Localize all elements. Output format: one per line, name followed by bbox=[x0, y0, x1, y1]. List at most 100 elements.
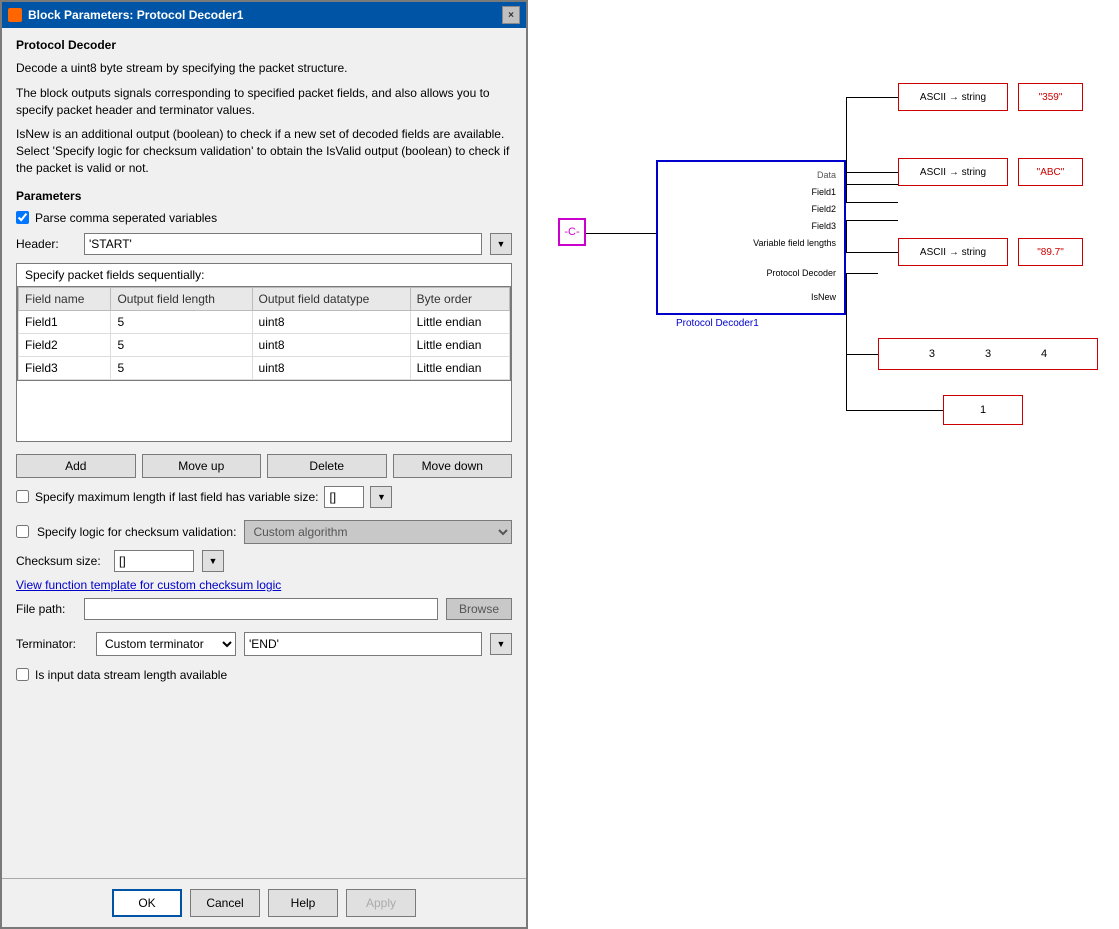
filepath-label: File path: bbox=[16, 602, 76, 616]
help-button[interactable]: Help bbox=[268, 889, 338, 917]
max-length-options-button[interactable]: ▼ bbox=[370, 486, 392, 508]
panel-content: Protocol Decoder Decode a uint8 byte str… bbox=[2, 28, 526, 878]
output-val-1: "359" bbox=[1039, 92, 1063, 103]
terminator-value-input[interactable] bbox=[244, 632, 482, 656]
view-link[interactable]: View function template for custom checks… bbox=[16, 578, 281, 592]
field3-port-label: Field3 bbox=[811, 221, 836, 231]
cell-field3-name: Field3 bbox=[19, 356, 111, 379]
isnew-block[interactable]: 1 bbox=[943, 395, 1023, 425]
move-down-button[interactable]: Move down bbox=[393, 454, 513, 478]
output-box-1[interactable]: "359" bbox=[1018, 83, 1083, 111]
checksum-size-input[interactable] bbox=[114, 550, 194, 572]
terminator-options-button[interactable]: ▼ bbox=[490, 633, 512, 655]
packet-fields-section: Specify packet fields sequentially: Fiel… bbox=[16, 263, 512, 442]
add-button[interactable]: Add bbox=[16, 454, 136, 478]
vf-val2: 3 bbox=[985, 348, 991, 360]
description3: IsNew is an additional output (boolean) … bbox=[16, 126, 512, 176]
output-box-3[interactable]: "89.7" bbox=[1018, 238, 1083, 266]
browse-button[interactable]: Browse bbox=[446, 598, 512, 620]
cell-field2-name: Field2 bbox=[19, 333, 111, 356]
parse-csv-checkbox[interactable] bbox=[16, 211, 29, 224]
output-box-2[interactable]: "ABC" bbox=[1018, 158, 1083, 186]
close-button[interactable]: × bbox=[502, 6, 520, 24]
dialog-panel: Block Parameters: Protocol Decoder1 × Pr… bbox=[0, 0, 528, 929]
is-input-label: Is input data stream length available bbox=[35, 668, 227, 682]
cell-field1-name: Field1 bbox=[19, 310, 111, 333]
ascii-block-2[interactable]: ASCII → string bbox=[898, 158, 1008, 186]
cancel-button[interactable]: Cancel bbox=[190, 889, 260, 917]
decoder-label: Protocol Decoder1 bbox=[676, 318, 759, 329]
table-row[interactable]: Field2 5 uint8 Little endian bbox=[19, 333, 510, 356]
line-field3-v bbox=[846, 220, 847, 252]
is-input-row: Is input data stream length available bbox=[16, 668, 512, 682]
max-length-input[interactable] bbox=[324, 486, 364, 508]
var-fields-block[interactable]: 3 3 4 bbox=[878, 338, 1098, 370]
section-title: Protocol Decoder bbox=[16, 38, 512, 52]
line-field2 bbox=[846, 202, 898, 203]
header-options-button[interactable]: ▼ bbox=[490, 233, 512, 255]
filepath-input[interactable] bbox=[84, 598, 438, 620]
max-length-checkbox[interactable] bbox=[16, 490, 29, 503]
move-up-button[interactable]: Move up bbox=[142, 454, 262, 478]
line-field1-h2 bbox=[846, 97, 898, 98]
col-field-name: Field name bbox=[19, 287, 111, 310]
output-val-3: "89.7" bbox=[1037, 247, 1064, 258]
header-label: Header: bbox=[16, 237, 76, 251]
header-row: Header: ▼ bbox=[16, 233, 512, 255]
line-field1 bbox=[846, 184, 898, 185]
header-input[interactable] bbox=[84, 233, 482, 255]
cell-field3-order: Little endian bbox=[410, 356, 509, 379]
parse-csv-row: Parse comma seperated variables bbox=[16, 211, 512, 225]
view-link-row: View function template for custom checks… bbox=[16, 578, 512, 592]
params-label: Parameters bbox=[16, 189, 512, 203]
line-var-h2 bbox=[846, 354, 878, 355]
action-buttons-row: Add Move up Delete Move down bbox=[16, 454, 512, 478]
terminator-section: Terminator: Custom terminator CR LF CR/L… bbox=[16, 632, 512, 656]
checksum-algo-row: Specify logic for checksum validation: C… bbox=[16, 520, 512, 544]
ascii-block-1[interactable]: ASCII → string bbox=[898, 83, 1008, 111]
field1-port-label: Field1 bbox=[811, 187, 836, 197]
terminator-type-select[interactable]: Custom terminator CR LF CR/LF None bbox=[96, 632, 236, 656]
table-row[interactable]: Field1 5 uint8 Little endian bbox=[19, 310, 510, 333]
cell-field1-length: 5 bbox=[111, 310, 252, 333]
line-field1-v bbox=[846, 97, 847, 184]
title-bar: Block Parameters: Protocol Decoder1 × bbox=[2, 2, 526, 28]
connector-c-block[interactable]: -C- bbox=[558, 218, 586, 246]
checksum-size-options-button[interactable]: ▼ bbox=[202, 550, 224, 572]
filepath-row: File path: Browse bbox=[16, 598, 512, 620]
table-section-title: Specify packet fields sequentially: bbox=[17, 264, 511, 286]
checksum-label: Specify logic for checksum validation: bbox=[37, 525, 236, 539]
dialog-buttons: OK Cancel Help Apply bbox=[2, 878, 526, 927]
isnew-port-label: IsNew bbox=[811, 292, 836, 302]
fields-table-wrapper: Field name Output field length Output fi… bbox=[17, 286, 511, 381]
checksum-checkbox[interactable] bbox=[16, 525, 29, 538]
description2: The block outputs signals corresponding … bbox=[16, 85, 512, 119]
vf-val3: 4 bbox=[1041, 348, 1047, 360]
terminator-label: Terminator: bbox=[16, 637, 88, 651]
ok-button[interactable]: OK bbox=[112, 889, 182, 917]
delete-button[interactable]: Delete bbox=[267, 454, 387, 478]
cell-field3-length: 5 bbox=[111, 356, 252, 379]
cell-field2-order: Little endian bbox=[410, 333, 509, 356]
var-field-label: Variable field lengths bbox=[753, 238, 836, 249]
c-block-label: -C- bbox=[564, 226, 579, 238]
is-input-checkbox[interactable] bbox=[16, 668, 29, 681]
col-output-datatype: Output field datatype bbox=[252, 287, 410, 310]
title-bar-text: Block Parameters: Protocol Decoder1 bbox=[28, 8, 496, 22]
ascii-block-3[interactable]: ASCII → string bbox=[898, 238, 1008, 266]
algorithm-select[interactable]: Custom algorithm bbox=[244, 520, 512, 544]
cell-field1-order: Little endian bbox=[410, 310, 509, 333]
vf-val1: 3 bbox=[929, 348, 935, 360]
isnew-val: 1 bbox=[980, 404, 986, 416]
checksum-size-row: Checksum size: ▼ bbox=[16, 550, 512, 572]
title-bar-icon bbox=[8, 8, 22, 22]
description1: Decode a uint8 byte stream by specifying… bbox=[16, 60, 512, 77]
table-row[interactable]: Field3 5 uint8 Little endian bbox=[19, 356, 510, 379]
field2-port-label: Field2 bbox=[811, 204, 836, 214]
max-length-row: Specify maximum length if last field has… bbox=[16, 486, 512, 508]
protocol-decoder-block[interactable]: Data Field1 Field2 Field3 Variable field… bbox=[656, 160, 846, 315]
line-var bbox=[846, 273, 878, 274]
data-label: Data bbox=[817, 170, 836, 180]
checksum-section: Specify logic for checksum validation: C… bbox=[16, 520, 512, 620]
apply-button[interactable]: Apply bbox=[346, 889, 416, 917]
